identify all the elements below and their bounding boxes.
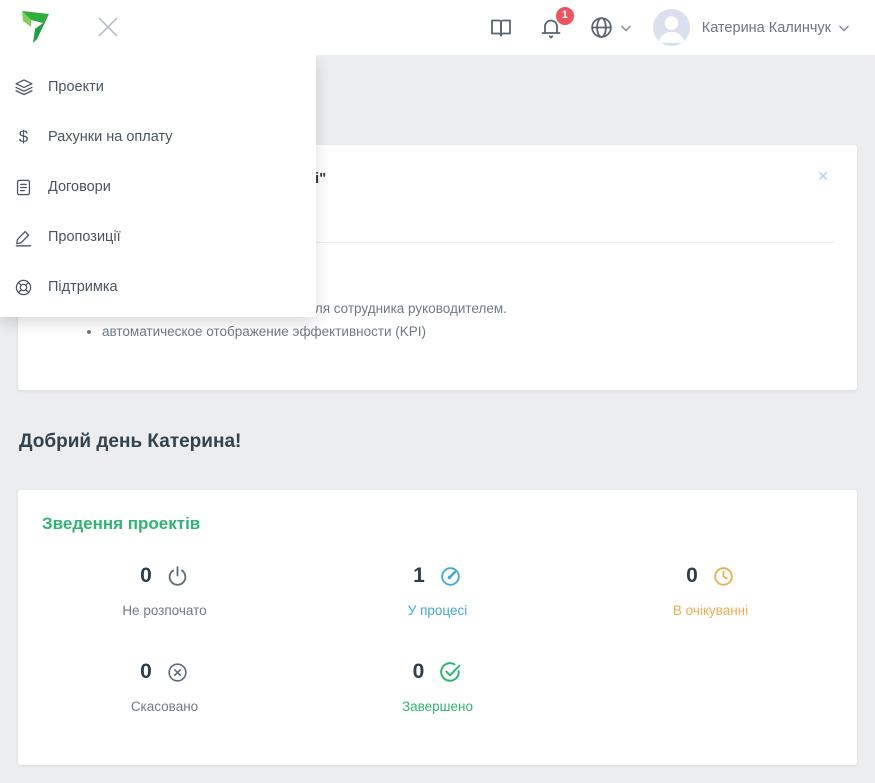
stat-empty-cell bbox=[574, 658, 847, 714]
avatar bbox=[653, 9, 690, 46]
stats-grid: 0 Не розпочато 1 bbox=[28, 562, 847, 714]
user-menu[interactable]: Катерина Калинчук bbox=[653, 9, 849, 46]
notifications-bell-icon[interactable]: 1 bbox=[539, 16, 563, 40]
cancel-circle-icon bbox=[166, 661, 189, 684]
check-circle-icon bbox=[438, 660, 462, 684]
menu-item-projects[interactable]: Проекти bbox=[0, 62, 316, 112]
gauge-icon bbox=[439, 565, 462, 588]
menu-close-icon[interactable] bbox=[94, 13, 122, 41]
menu-item-label: Проекти bbox=[48, 79, 104, 95]
menu-item-label: Пропозиції bbox=[48, 229, 121, 245]
dollar-icon: $ bbox=[13, 127, 34, 148]
main-dropdown-menu: Проекти $ Рахунки на оплату Договори Про… bbox=[0, 55, 316, 317]
menu-item-label: Підтримка bbox=[48, 279, 118, 295]
stat-cancelled: 0 Скасовано bbox=[28, 658, 301, 714]
app-logo[interactable] bbox=[20, 10, 50, 44]
top-header: 1 Катерина Калинчук bbox=[0, 0, 875, 55]
notification-badge: 1 bbox=[556, 7, 574, 25]
stat-label: Не розпочато bbox=[28, 603, 301, 618]
stat-value: 0 bbox=[686, 564, 698, 588]
stat-in-progress: 1 У процесі bbox=[301, 562, 574, 618]
notification-close-icon[interactable]: ✕ bbox=[817, 169, 829, 183]
stat-value: 0 bbox=[140, 564, 152, 588]
stat-value: 0 bbox=[413, 660, 425, 684]
stat-pending: 0 В очікуванні bbox=[574, 562, 847, 618]
power-icon bbox=[166, 565, 189, 588]
chevron-down-icon bbox=[839, 19, 849, 37]
person-icon bbox=[653, 9, 690, 46]
document-icon bbox=[13, 177, 34, 198]
logo-7-icon bbox=[20, 10, 50, 44]
bullet-item: автоматическое отображение эффективности… bbox=[102, 320, 507, 343]
stat-label: У процесі bbox=[301, 603, 574, 618]
summary-title: Зведення проектів bbox=[42, 514, 200, 534]
menu-item-contracts[interactable]: Договори bbox=[0, 162, 316, 212]
stat-label: В очікуванні bbox=[574, 603, 847, 618]
language-globe-icon[interactable] bbox=[589, 15, 631, 40]
docs-book-icon[interactable] bbox=[489, 16, 513, 40]
notification-title-fragment: і" bbox=[315, 170, 326, 187]
projects-summary-card: Зведення проектів 0 Не розпочато 1 bbox=[18, 490, 857, 765]
stat-value: 1 bbox=[413, 564, 425, 588]
stat-not-started: 0 Не розпочато bbox=[28, 562, 301, 618]
stat-label: Завершено bbox=[301, 699, 574, 714]
pencil-icon bbox=[13, 227, 34, 248]
support-lifebuoy-icon bbox=[13, 277, 34, 298]
user-name: Катерина Калинчук bbox=[702, 20, 831, 36]
greeting-heading: Добрий день Катерина! bbox=[19, 431, 241, 453]
stat-value: 0 bbox=[140, 660, 152, 684]
menu-item-proposals[interactable]: Пропозиції bbox=[0, 212, 316, 262]
stat-label: Скасовано bbox=[28, 699, 301, 714]
menu-item-invoices[interactable]: $ Рахунки на оплату bbox=[0, 112, 316, 162]
chevron-down-icon bbox=[621, 19, 631, 37]
menu-item-label: Договори bbox=[48, 179, 111, 195]
stat-completed: 0 Завершено bbox=[301, 658, 574, 714]
layers-icon bbox=[13, 77, 34, 98]
clock-icon bbox=[712, 565, 735, 588]
menu-item-label: Рахунки на оплату bbox=[48, 129, 173, 145]
menu-item-support[interactable]: Підтримка bbox=[0, 262, 316, 312]
